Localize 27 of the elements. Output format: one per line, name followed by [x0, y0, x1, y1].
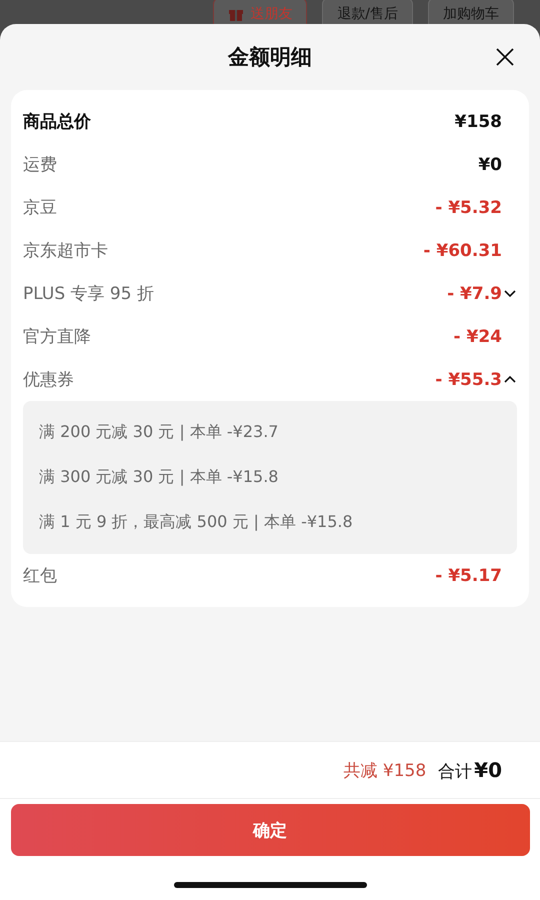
row-amount: - ¥5.17 — [435, 566, 502, 586]
total-label: 合计 — [438, 762, 472, 782]
row-amount: - ¥55.3 — [435, 370, 502, 390]
row-amount: - ¥24 — [454, 326, 502, 346]
row-label: 官方直降 — [23, 326, 92, 348]
row-label: 商品总价 — [23, 111, 92, 133]
chevron-up-icon[interactable] — [504, 375, 516, 384]
coupon-detail: 满 1 元 9 折，最高减 500 元 | 本单 -¥15.8 — [39, 512, 353, 533]
row-label: PLUS 专享 95 折 — [23, 283, 155, 305]
sheet-title: 金额明细 — [228, 44, 312, 71]
close-icon[interactable] — [496, 48, 514, 66]
confirm-button[interactable]: 确定 — [10, 804, 530, 856]
row-label: 京豆 — [23, 197, 58, 219]
chevron-down-icon[interactable] — [504, 289, 516, 298]
row-label: 红包 — [23, 565, 58, 587]
total-amount: ¥0 — [474, 758, 502, 782]
coupon-detail: 满 300 元减 30 元 | 本单 -¥15.8 — [39, 467, 278, 488]
row-label: 京东超市卡 — [23, 240, 109, 262]
row-amount: ¥158 — [454, 112, 502, 132]
row-label: 优惠券 — [23, 369, 75, 391]
coupon-detail: 满 200 元减 30 元 | 本单 -¥23.7 — [39, 422, 278, 443]
row-label: 运费 — [23, 154, 58, 176]
row-amount: - ¥5.32 — [435, 198, 502, 218]
row-amount: ¥0 — [478, 154, 502, 174]
total-discount: 共减 ¥158 — [343, 760, 426, 782]
row-amount: - ¥7.9 — [447, 284, 502, 304]
row-amount: - ¥60.31 — [423, 240, 502, 260]
